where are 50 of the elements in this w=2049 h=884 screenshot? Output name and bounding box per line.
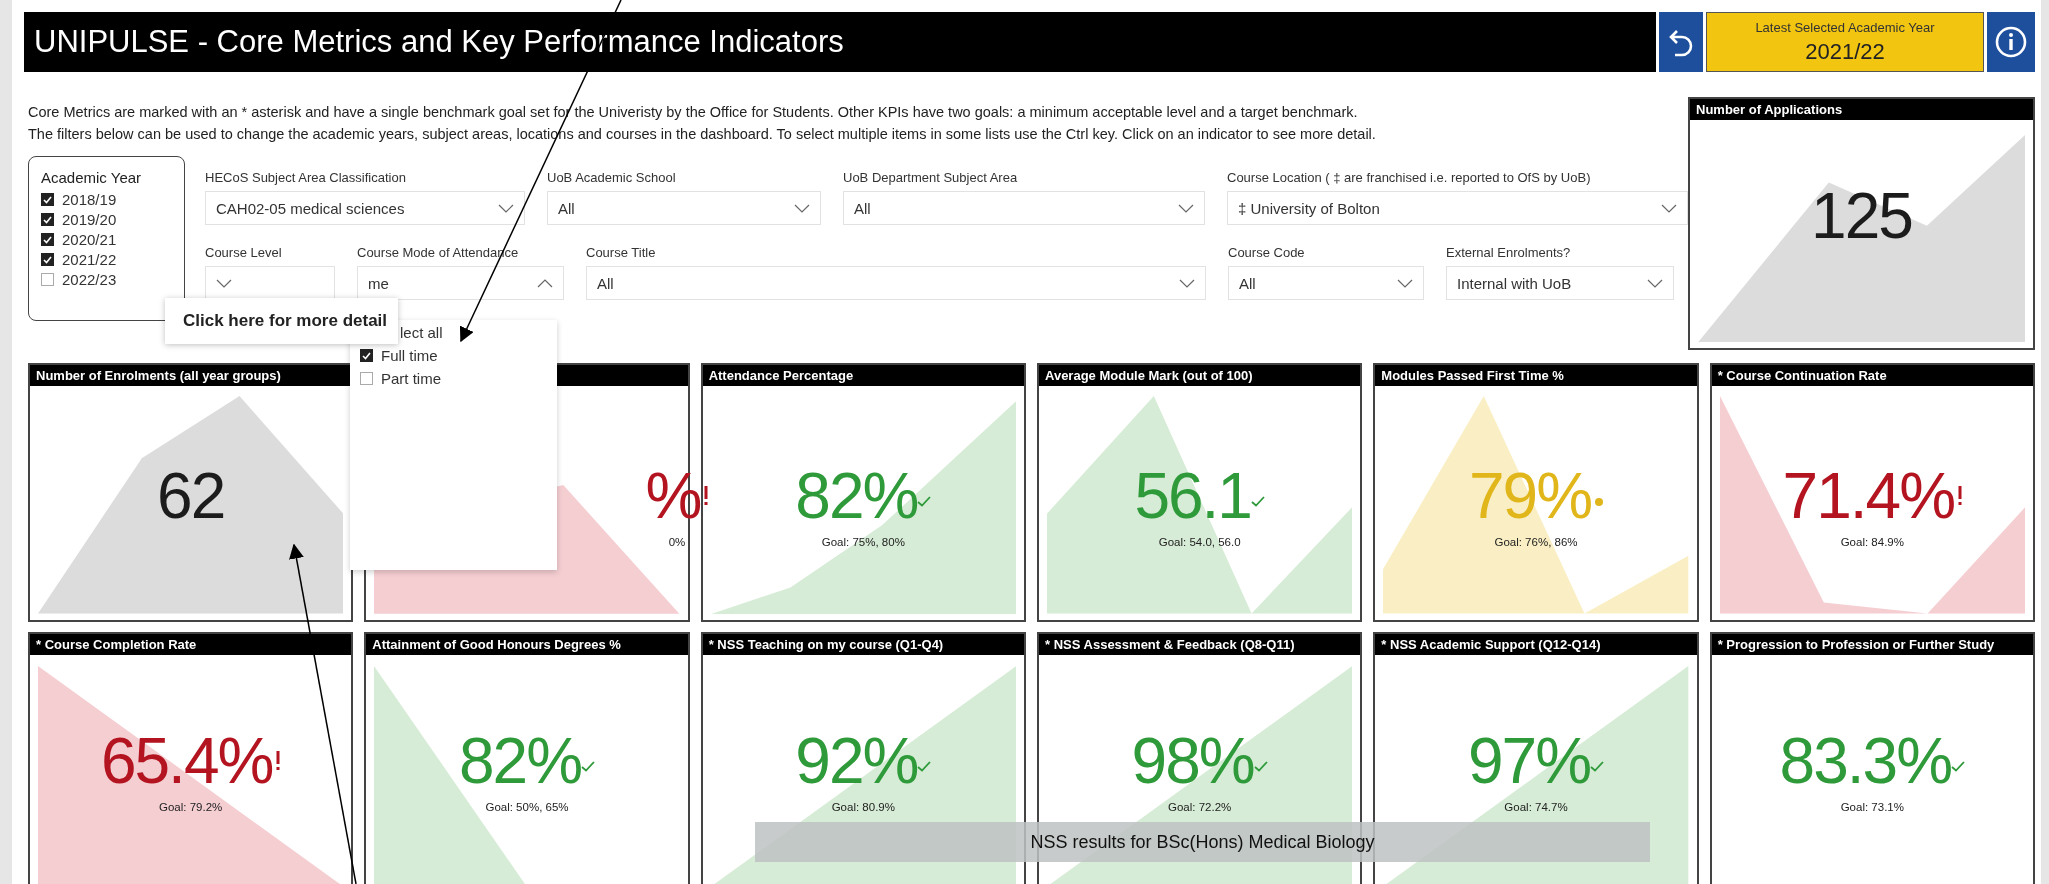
goal-text: Goal: 84.9% [1840, 536, 1904, 548]
dashboard-title: UNIPULSE - Core Metrics and Key Performance Indicators [24, 12, 1656, 72]
filter-label: Course Title [586, 245, 657, 260]
card-title: Average Module Mark (out of 100) [1039, 365, 1361, 386]
latest-year-label: Latest Selected Academic Year [1755, 19, 1935, 35]
kpi-value: 65.4% [100, 729, 273, 793]
kpi-value: 83.3% [1779, 729, 1952, 793]
goal-text: Goal: 72.2% [1168, 801, 1232, 813]
goal-text: Goal: 76%, 86% [1494, 536, 1578, 548]
filter-label: UoB Department Subject Area [843, 170, 1019, 185]
card-title: * NSS Teaching on my course (Q1-Q4) [702, 634, 1024, 655]
goal-text: Goal: 80.9% [831, 801, 895, 813]
filter-label: External Enrolments? [1446, 245, 1572, 260]
intro-text: Core Metrics are marked with an * asterisk and have a single benchmark goal set for the Univeristy by the Office for Students. Other KPIs have two goals: a minimum acceptable level and a target benchmark. [28, 104, 1359, 120]
kpi-value: 82% [795, 464, 918, 528]
kpi-value: 97% [1467, 729, 1591, 793]
card-title: Attainment of Good Honours Degrees % [366, 634, 688, 655]
filter-label: HECoS Subject Area Classification [205, 170, 407, 185]
kpi-value: 79% [1468, 464, 1592, 528]
kpi-value: 125 [1811, 184, 1912, 248]
card-title: * NSS Academic Support (Q12-Q14) [1375, 634, 1697, 655]
filter-label: Course Level [205, 245, 283, 260]
card-title: Attendance Percentage [702, 365, 1024, 386]
card-title: * Course Completion Rate [30, 634, 352, 655]
goal-text: Goal: 79.2% [159, 801, 223, 813]
card-title: * NSS Assessment & Feedback (Q8-Q11) [1039, 634, 1361, 655]
goal-text: Goal: 50%, 65% [485, 801, 569, 813]
goal-text: 0% [668, 536, 686, 548]
tooltip: Click here for more detail [165, 298, 398, 344]
latest-year-value: 2021/22 [1805, 38, 1885, 65]
info-banner: NSS results for BSc(Hons) Medical Biology [755, 822, 1650, 862]
kpi-value: 56.1 [1134, 464, 1251, 528]
filter-label: Course Code [1228, 245, 1306, 260]
filter-label: UoB Academic School [547, 170, 677, 185]
card-title: * Course Continuation Rate [1711, 365, 2033, 386]
kpi-value: 62 [157, 464, 225, 528]
kpi-value: 82% [458, 729, 582, 793]
kpi-value: 92% [795, 729, 918, 793]
goal-text: Goal: 54.0, 56.0 [1158, 536, 1241, 548]
kpi-value: 98% [1131, 729, 1254, 793]
card-title: * Progression to Profession or Further Study [1711, 634, 2033, 655]
card-title: Number of Applications [1690, 99, 2033, 120]
goal-text: Goal: 73.1% [1840, 801, 1904, 813]
goal-text: Goal: 75%, 80% [821, 536, 905, 548]
filter-label: Course Location ( ‡ are franchised i.e. reported to OfS by UoB) [1227, 170, 1592, 185]
card-title: Number of Enrolments (all year groups) [30, 365, 352, 386]
card-title: Modules Passed First Time % [1375, 365, 1697, 386]
kpi-value: 71.4% [1782, 464, 1955, 528]
goal-text: Goal: 74.7% [1504, 801, 1568, 813]
slicer-title: Academic Year [41, 169, 143, 186]
